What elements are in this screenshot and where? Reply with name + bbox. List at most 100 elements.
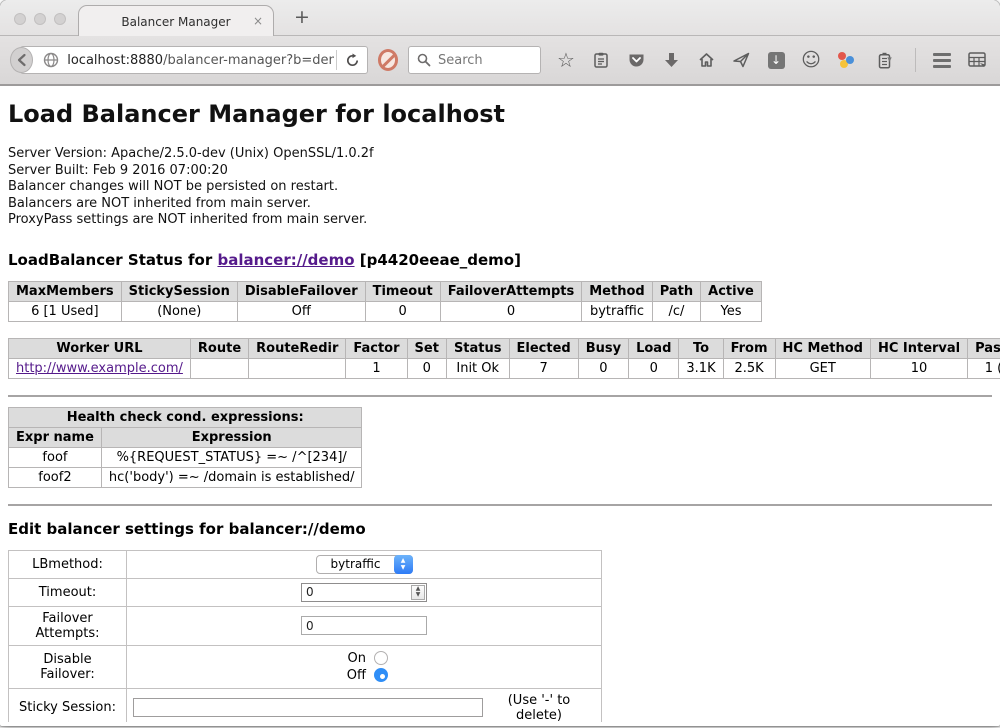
col-routeredir: RouteRedir xyxy=(249,338,346,358)
balancer-settings-form: LBmethod: bytraffic ▲▼ Timeout: 0 ▲▼ xyxy=(8,550,602,723)
search-icon xyxy=(417,53,431,67)
search-placeholder: Search xyxy=(438,53,483,68)
failover-attempts-value: 0 xyxy=(302,619,426,633)
zoom-window-button[interactable] xyxy=(54,13,66,25)
col-hc-method: HC Method xyxy=(775,338,870,358)
val-expr-name-1: foof xyxy=(9,447,102,467)
lbmethod-select[interactable]: bytraffic ▲▼ xyxy=(316,555,413,574)
home-button[interactable] xyxy=(693,47,719,73)
lbmethod-selected-value: bytraffic xyxy=(317,557,395,571)
toolbar-icons: ☆ xyxy=(553,47,990,73)
col-active: Active xyxy=(701,281,762,301)
col-passes: Passes xyxy=(968,338,1000,358)
sticky-session-label: Sticky Session: xyxy=(9,688,127,722)
val-hc-interval: 10 xyxy=(870,358,967,378)
col-expression: Expression xyxy=(101,427,362,447)
col-elected: Elected xyxy=(509,338,578,358)
tab-balancer-manager[interactable]: Balancer Manager × xyxy=(78,5,274,37)
sticky-session-input[interactable] xyxy=(133,698,483,717)
col-to: To xyxy=(679,338,723,358)
health-header-row: Expr name Expression xyxy=(9,427,362,447)
worker-row: http://www.example.com/ 1 0 Init Ok 7 0 … xyxy=(9,358,1000,378)
val-elected: 7 xyxy=(509,358,578,378)
val-factor: 1 xyxy=(346,358,407,378)
chat-button[interactable]: ☺ xyxy=(798,47,824,73)
radio-off-label: Off xyxy=(340,668,366,683)
disable-failover-label: Disable Failover: xyxy=(9,645,127,688)
health-row-foof: foof %{REQUEST_STATUS} =~ /^[234]/ xyxy=(9,447,362,467)
disable-failover-on-radio[interactable] xyxy=(374,651,388,665)
back-button[interactable] xyxy=(10,47,33,73)
val-to: 3.1K xyxy=(679,358,723,378)
bookmark-star-button[interactable]: ☆ xyxy=(553,47,579,73)
col-timeout: Timeout xyxy=(365,281,440,301)
val-busy: 0 xyxy=(578,358,628,378)
close-window-button[interactable] xyxy=(14,13,26,25)
hamburger-icon xyxy=(933,53,951,68)
downloads-button[interactable] xyxy=(658,47,684,73)
section-divider-1 xyxy=(8,395,992,397)
battery-extension-button[interactable]: ▾ xyxy=(868,47,902,73)
reload-button[interactable] xyxy=(339,53,367,68)
pocket-button[interactable] xyxy=(623,47,649,73)
balancer-status-table: MaxMembers StickySession DisableFailover… xyxy=(8,281,762,322)
window-controls[interactable] xyxy=(14,13,66,25)
worker-url-cell: http://www.example.com/ xyxy=(9,358,191,378)
disable-failover-row: Disable Failover: On Off xyxy=(9,645,602,688)
page-content: Load Balancer Manager for localhost Serv… xyxy=(0,86,1000,722)
timeout-label: Timeout: xyxy=(9,578,127,606)
star-icon: ☆ xyxy=(557,50,575,70)
col-worker-url: Worker URL xyxy=(9,338,191,358)
lbmethod-row: LBmethod: bytraffic ▲▼ xyxy=(9,550,602,578)
worker-url-link[interactable]: http://www.example.com/ xyxy=(16,361,183,376)
reading-list-button[interactable] xyxy=(588,47,614,73)
col-disablefailover: DisableFailover xyxy=(237,281,365,301)
minimize-window-button[interactable] xyxy=(34,13,46,25)
new-tab-button[interactable]: + xyxy=(286,6,318,28)
val-set: 0 xyxy=(407,358,446,378)
toolbar-separator xyxy=(915,48,916,72)
failover-attempts-label: Failover Attempts: xyxy=(9,606,127,645)
col-path: Path xyxy=(652,281,700,301)
send-tab-button[interactable] xyxy=(728,47,754,73)
val-path: /c/ xyxy=(652,301,700,321)
smiley-icon: ☺ xyxy=(801,51,821,70)
status-heading-prefix: LoadBalancer Status for xyxy=(8,251,217,269)
extension-dots-button[interactable] xyxy=(833,47,859,73)
val-hc-method: GET xyxy=(775,358,870,378)
balancer-demo-link[interactable]: balancer://demo xyxy=(217,251,354,269)
tab-close-icon[interactable]: × xyxy=(253,14,263,28)
download-arrow-icon xyxy=(664,52,679,68)
clipboard-icon xyxy=(593,52,609,69)
val-timeout: 0 xyxy=(365,301,440,321)
val-failoverattempts: 0 xyxy=(440,301,582,321)
col-route: Route xyxy=(190,338,248,358)
val-passes: 1 (0) xyxy=(968,358,1000,378)
search-bar[interactable]: Search xyxy=(408,46,541,74)
url-bar[interactable]: localhost:8880/balancer-manager?b=demo&n… xyxy=(20,46,368,74)
health-check-table: Health check cond. expressions: Expr nam… xyxy=(8,407,362,488)
server-info: Server Version: Apache/2.5.0-dev (Unix) … xyxy=(8,146,992,229)
urlbar-divider xyxy=(336,50,337,70)
val-stickysession: (None) xyxy=(121,301,237,321)
grid-extension-button[interactable] xyxy=(964,47,990,73)
col-stickysession: StickySession xyxy=(121,281,237,301)
content-blocked-icon[interactable] xyxy=(378,49,398,71)
edit-balancer-heading: Edit balancer settings for balancer://de… xyxy=(8,520,992,538)
sticky-session-hint: (Use '-' to delete) xyxy=(483,693,595,723)
val-method: bytraffic xyxy=(582,301,652,321)
number-spinner-icon[interactable]: ▲▼ xyxy=(411,585,425,600)
timeout-input[interactable]: 0 ▲▼ xyxy=(301,583,427,602)
menu-button[interactable] xyxy=(929,47,955,73)
extension-download-button[interactable]: ↓ xyxy=(763,47,789,73)
server-version-line: Server Version: Apache/2.5.0-dev (Unix) … xyxy=(8,146,992,163)
page-title: Load Balancer Manager for localhost xyxy=(8,100,992,128)
val-active: Yes xyxy=(701,301,762,321)
chevron-down-icon: ▾ xyxy=(887,55,892,65)
disable-failover-off-radio[interactable] xyxy=(374,668,388,682)
proxypass-note-line: ProxyPass settings are NOT inherited fro… xyxy=(8,212,992,229)
failover-attempts-input[interactable]: 0 xyxy=(301,616,427,635)
val-expr-name-2: foof2 xyxy=(9,467,102,487)
url-text[interactable]: localhost:8880/balancer-manager?b=demo&n… xyxy=(67,53,334,68)
col-from: From xyxy=(723,338,775,358)
